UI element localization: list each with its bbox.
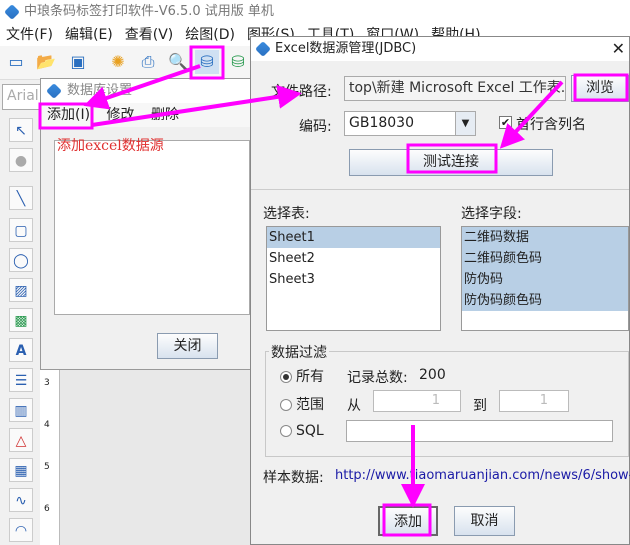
add-button[interactable]: 添加 (378, 506, 438, 536)
radio-sql[interactable]: SQL (280, 423, 324, 439)
menu-add[interactable]: 添加(I) (47, 107, 90, 123)
ruler-tick: 3 (44, 378, 50, 388)
curve-tool-icon[interactable]: ∿ (9, 488, 33, 512)
dialog-logo-icon (255, 41, 271, 57)
to-spinner[interactable]: 1 (499, 390, 569, 412)
from-label: 从 (347, 398, 361, 414)
sample-label: 样本数据: (263, 470, 324, 486)
app-title-bar: 中琅条码标签打印软件-V6.5.0 试用版 单机 (0, 0, 630, 24)
fields-list[interactable]: 二维码数据 二维码颜色码 防伪码 防伪码颜色码 (461, 226, 629, 331)
menu-modify[interactable]: 修改 (107, 107, 135, 123)
ellipse-tool-icon[interactable]: ◯ (9, 248, 33, 272)
header-row-checkbox[interactable]: ✔ (499, 116, 512, 129)
database-settings-dialog: 数据库设置 添加(I) 修改 删除 添加excel数据源 关闭 (40, 78, 252, 370)
select-pointer-icon[interactable]: ↖ (9, 118, 33, 142)
open-icon[interactable]: 📂 (34, 50, 58, 74)
path-label: 文件路径: (271, 84, 332, 100)
cancel-button[interactable]: 取消 (454, 506, 515, 536)
line-tool-icon[interactable]: ╲ (9, 186, 33, 210)
close-icon[interactable]: ✕ (612, 37, 625, 61)
rectangle-tool-icon[interactable]: ▢ (9, 218, 33, 242)
database-settings-icon[interactable]: ⛁ (195, 50, 219, 74)
settings-gear-icon[interactable]: ✺ (106, 50, 130, 74)
picture-tool-icon[interactable]: ▩ (9, 308, 33, 332)
arc-tool-icon[interactable]: ◠ (9, 518, 33, 542)
test-connection-button[interactable]: 测试连接 (349, 149, 553, 176)
filter-label: 数据过滤 (269, 342, 329, 362)
app-title: 中琅条码标签打印软件-V6.5.0 试用版 单机 (24, 4, 274, 19)
divider (251, 189, 629, 190)
sample-link[interactable]: http://www.tiaomaruanjian.com/news/6/sho… (335, 468, 630, 483)
list-item[interactable]: Sheet1 (267, 227, 440, 248)
ruler-tick: 6 (44, 504, 50, 514)
menu-draw[interactable]: 绘图(D) (179, 24, 241, 46)
excel-datasource-dialog: Excel数据源管理(JDBC) ✕ 文件路径: top\新建 Microsof… (250, 36, 630, 545)
save-icon[interactable]: ▣ (66, 50, 90, 74)
path-field[interactable]: top\新建 Microsoft Excel 工作表.xls (344, 76, 566, 101)
menu-file[interactable]: 文件(F) (0, 24, 59, 46)
list-item[interactable]: 防伪码 (462, 269, 628, 290)
encoding-select[interactable]: GB18030 ▼ (344, 111, 476, 136)
new-window-icon[interactable]: ▭ (4, 50, 28, 74)
app-logo-icon (4, 4, 20, 20)
vertical-ruler: 3 4 5 6 (40, 370, 60, 545)
menu-delete[interactable]: 删除 (151, 107, 179, 123)
to-label: 到 (473, 398, 487, 414)
dialog-title-bar: 数据库设置 (41, 79, 251, 103)
list-item[interactable]: 二维码颜色码 (462, 248, 628, 269)
radio-all[interactable]: 所有 (280, 366, 324, 386)
annotation-text: 添加excel数据源 (57, 138, 164, 154)
print-icon[interactable]: ⎙ (136, 50, 160, 74)
from-spinner[interactable]: 1 (373, 390, 461, 412)
list-item[interactable]: Sheet3 (267, 269, 440, 290)
tables-list[interactable]: Sheet1 Sheet2 Sheet3 (266, 226, 441, 331)
image-tool-icon[interactable]: ▨ (9, 278, 33, 302)
rich-text-tool-icon[interactable]: ☰ (9, 368, 33, 392)
barcode-tool-icon[interactable]: ▥ (9, 398, 33, 422)
dialog-logo-icon (46, 83, 62, 99)
dialog-title: 数据库设置 (67, 83, 133, 98)
radio-range[interactable]: 范围 (280, 394, 324, 414)
list-item[interactable]: 防伪码颜色码 (462, 290, 628, 311)
text-tool-icon[interactable]: A (9, 338, 33, 362)
font-select[interactable]: Arial (2, 84, 42, 110)
browse-button[interactable]: 浏览 (571, 75, 629, 102)
count-value: 200 (419, 367, 446, 383)
dialog-title: Excel数据源管理(JDBC) (275, 41, 417, 56)
header-row-label: 首行含列名 (516, 117, 586, 133)
fields-label: 选择字段: (461, 206, 522, 222)
design-canvas[interactable] (60, 370, 250, 545)
list-item[interactable]: Sheet2 (267, 248, 440, 269)
sql-input[interactable] (346, 420, 613, 442)
database-connect-icon[interactable]: ⛁ (226, 50, 250, 74)
count-label: 记录总数: (347, 370, 408, 386)
qrcode-tool-icon[interactable]: ▦ (9, 458, 33, 482)
encoding-label: 编码: (299, 119, 332, 135)
chevron-down-icon[interactable]: ▼ (455, 112, 475, 135)
list-item[interactable]: 二维码数据 (462, 227, 628, 248)
shape-tool-icon[interactable]: △ (9, 428, 33, 452)
datasource-list[interactable] (54, 140, 250, 315)
ruler-tick: 5 (44, 462, 50, 472)
menu-view[interactable]: 查看(V) (119, 24, 180, 46)
dialog-title-bar: Excel数据源管理(JDBC) ✕ (251, 37, 629, 61)
menu-edit[interactable]: 编辑(E) (59, 24, 119, 46)
pan-icon[interactable]: ● (9, 148, 33, 172)
tables-label: 选择表: (263, 206, 310, 222)
ruler-tick: 4 (44, 420, 50, 430)
encoding-value: GB18030 (349, 115, 414, 131)
print-preview-icon[interactable]: 🔍 (166, 50, 190, 74)
close-button[interactable]: 关闭 (157, 333, 218, 359)
